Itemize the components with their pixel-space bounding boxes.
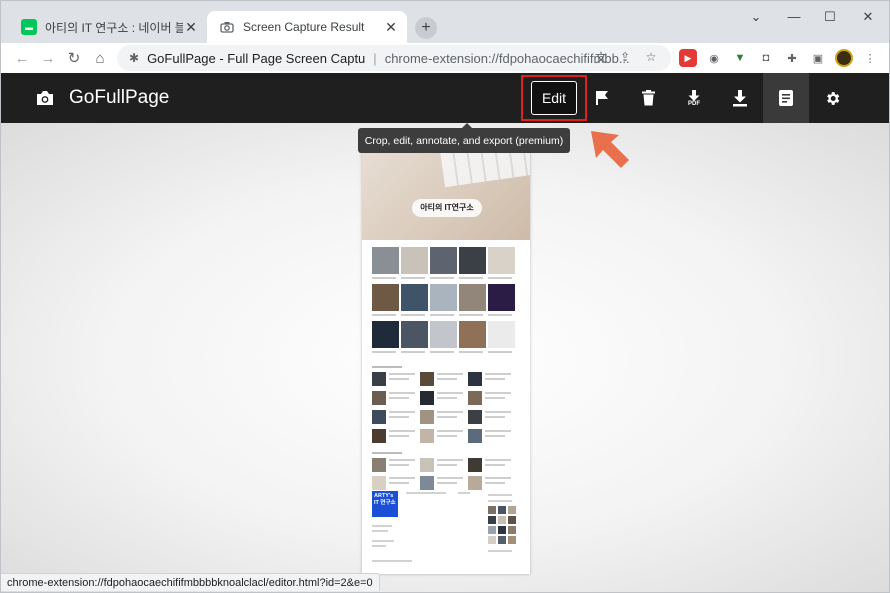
gear-icon (826, 91, 839, 105)
files-button[interactable] (763, 73, 809, 123)
settings-button[interactable] (809, 73, 855, 123)
download-pdf-button[interactable]: PDF (671, 73, 717, 123)
new-tab-button[interactable]: + (415, 17, 437, 39)
gofullpage-header: GoFullPage PDF (1, 73, 889, 123)
extension-camera-icon[interactable]: ◘ (757, 49, 775, 67)
camera-icon (219, 19, 235, 35)
browser-window: ▬ 아티의 IT 연구소 : 네이버 블로그 ✕ Screen Capture … (0, 0, 890, 593)
tab-close-icon[interactable]: ✕ (383, 19, 399, 35)
translate-icon[interactable]: 文 (593, 49, 609, 65)
extension-red-icon[interactable]: ▶ (679, 49, 697, 67)
tab-screen-capture-result[interactable]: Screen Capture Result ✕ (207, 11, 407, 43)
trash-icon (641, 90, 655, 106)
tab-title: 아티의 IT 연구소 : 네이버 블로그 (45, 20, 183, 35)
tab-search-icon[interactable]: ⌄ (739, 9, 773, 25)
preview-hero-image: 아티의 IT연구소 (362, 141, 530, 240)
browser-toolbar: ← → ↻ ⌂ ✱ GoFullPage - Full Page Screen … (1, 43, 889, 73)
tab-close-icon[interactable]: ✕ (183, 19, 199, 35)
flag-icon (596, 91, 608, 105)
maximize-icon[interactable]: ☐ (813, 9, 847, 25)
annotation-arrow-icon (591, 131, 629, 168)
app-name: GoFullPage (69, 87, 170, 108)
back-icon[interactable]: ← (11, 47, 33, 69)
delete-button[interactable] (625, 73, 671, 123)
home-icon[interactable]: ⌂ (89, 47, 111, 69)
download-icon (733, 89, 747, 106)
screenshot-preview[interactable]: 아티의 IT연구소 ARTY's IT 연구소 (362, 141, 530, 574)
brand: GoFullPage (35, 87, 169, 109)
pdf-label: PDF (688, 100, 700, 107)
bookmark-star-icon[interactable]: ☆ (643, 49, 659, 65)
minimize-icon[interactable]: — (777, 9, 811, 24)
preview-hero-title: 아티의 IT연구소 (412, 199, 482, 217)
extensions-puzzle-icon[interactable]: ✚ (783, 49, 801, 67)
omnibox-page-title: GoFullPage - Full Page Screen Captu (147, 50, 366, 66)
document-icon (779, 90, 793, 106)
omnibox-divider: | (373, 50, 377, 66)
edit-tooltip: Crop, edit, annotate, and export (premiu… (358, 123, 570, 153)
menu-kebab-icon[interactable]: ⋮ (861, 49, 879, 67)
preview-page-content (372, 247, 516, 562)
tab-title: Screen Capture Result (243, 20, 365, 34)
close-window-icon[interactable]: ✕ (851, 9, 885, 25)
preview-brand-box: ARTY's IT 연구소 (372, 491, 398, 517)
extension-shield-icon[interactable]: ◉ (705, 49, 723, 67)
download-button[interactable] (717, 73, 763, 123)
naver-icon: ▬ (21, 19, 37, 35)
puzzle-icon: ✱ (129, 51, 140, 65)
forward-icon[interactable]: → (37, 47, 59, 69)
camera-logo-icon (37, 91, 53, 105)
side-panel-icon[interactable]: ▣ (809, 49, 827, 67)
tab-strip: ▬ 아티의 IT 연구소 : 네이버 블로그 ✕ Screen Capture … (1, 1, 889, 43)
extension-vpn-icon[interactable]: ▼ (731, 49, 749, 67)
profile-avatar[interactable] (835, 49, 853, 67)
reload-icon[interactable]: ↻ (63, 47, 85, 69)
share-icon[interactable]: ⇪ (617, 49, 633, 65)
tab-naver-blog[interactable]: ▬ 아티의 IT 연구소 : 네이버 블로그 ✕ (9, 11, 207, 43)
status-bar-url: chrome-extension://fdpohaocaechififmbbbb… (1, 573, 380, 591)
edit-highlight-box (521, 75, 587, 121)
address-bar[interactable]: ✱ GoFullPage - Full Page Screen Captu | … (117, 45, 671, 71)
